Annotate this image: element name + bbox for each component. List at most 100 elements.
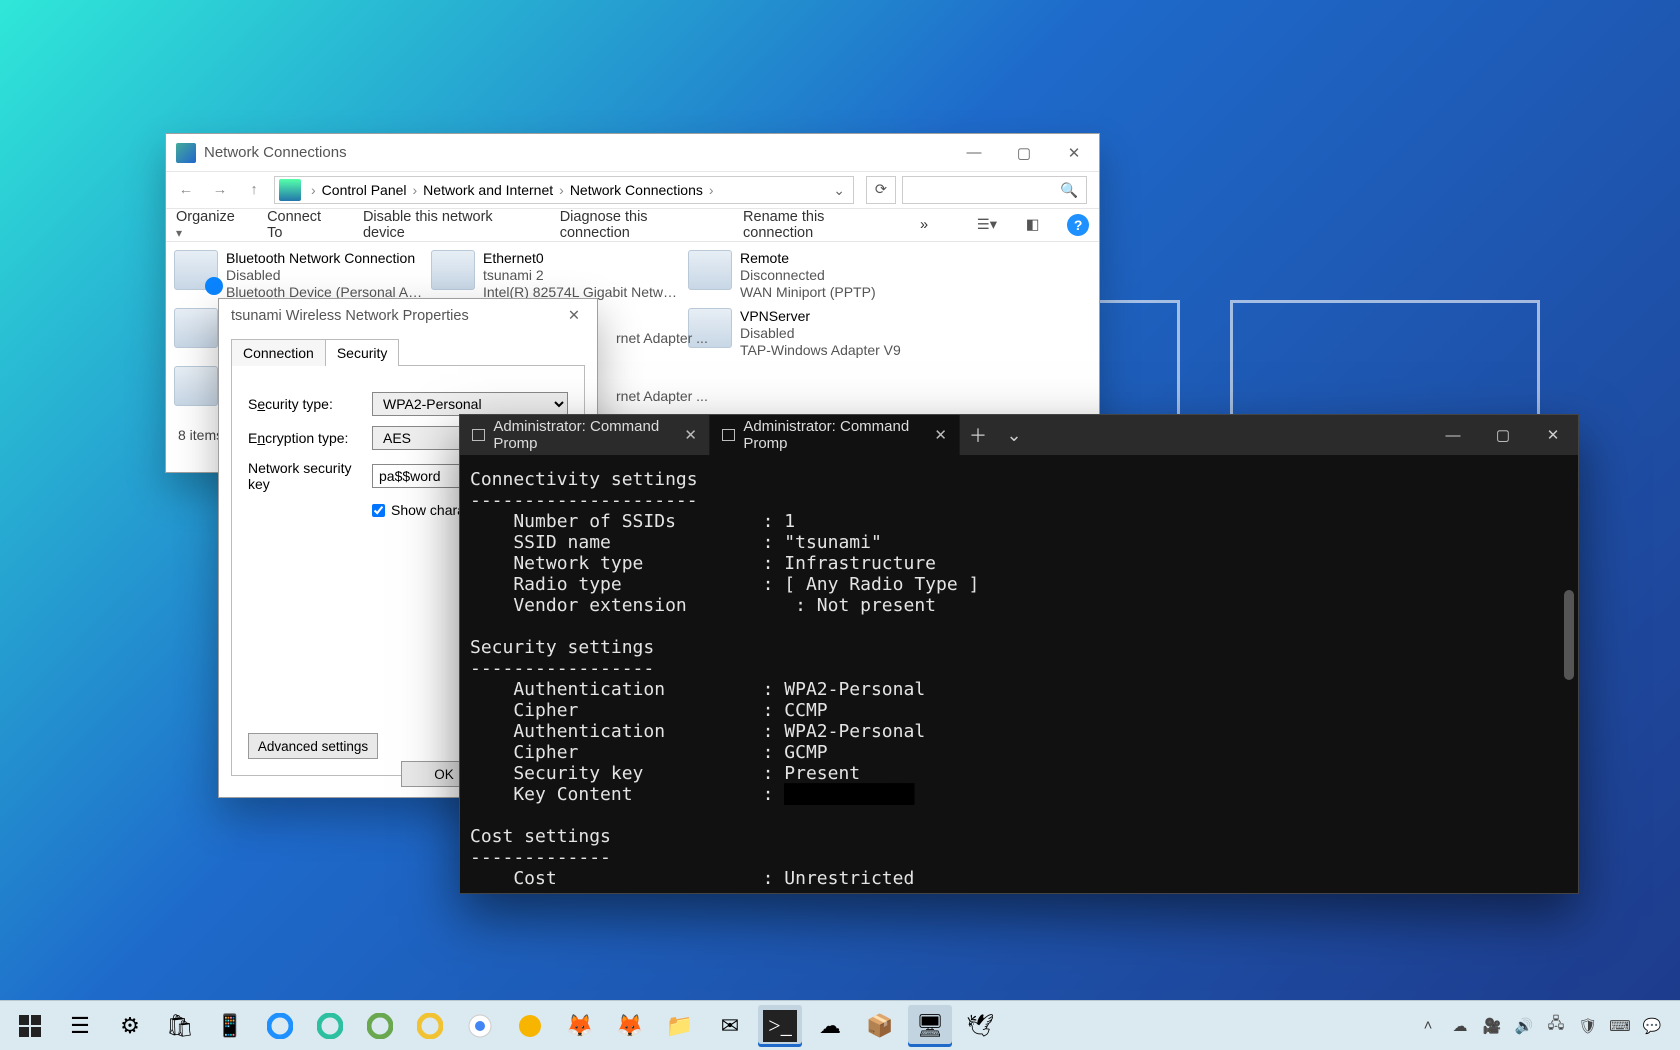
conn-device: WAN Miniport (PPTP)	[740, 284, 876, 301]
mail-icon[interactable]: ✉	[708, 1005, 752, 1047]
system-tray: ˄ ☁ 🎥 🔊 🖧 🛡 ⌨ 💬	[1418, 1016, 1672, 1036]
meet-now-icon[interactable]: 🎥	[1482, 1016, 1502, 1036]
chevron-right-icon: ›	[413, 182, 418, 198]
diagnose-button[interactable]: Diagnose this connection	[560, 209, 719, 241]
chrome-canary-icon[interactable]	[508, 1005, 552, 1047]
encryption-type-label: Encryption type:	[248, 430, 372, 446]
organize-menu[interactable]: Organize	[176, 209, 243, 241]
network-tray-icon[interactable]: 🖧	[1546, 1016, 1566, 1036]
minimize-button[interactable]: —	[1428, 415, 1478, 455]
prop-titlebar[interactable]: tsunami Wireless Network Properties ✕	[219, 299, 597, 332]
close-button[interactable]: ✕	[1528, 415, 1578, 455]
network-connections-icon	[176, 143, 196, 163]
start-button[interactable]	[8, 1005, 52, 1047]
cmd-icon	[472, 429, 485, 441]
maximize-button[interactable]: ▢	[1478, 415, 1528, 455]
tab-dropdown-button[interactable]: ⌄	[996, 415, 1032, 455]
new-tab-button[interactable]: ＋	[960, 415, 996, 455]
edge-icon[interactable]	[258, 1005, 302, 1047]
settings-taskbar-icon[interactable]: 🖥	[908, 1005, 952, 1047]
status-bar-count: 8 items	[178, 427, 223, 443]
conn-device-truncated: rnet Adapter ...	[616, 330, 708, 346]
adapter-icon	[431, 250, 475, 290]
keyboard-tray-icon[interactable]: ⌨	[1610, 1016, 1630, 1036]
conn-status: Disabled	[740, 325, 901, 342]
connection-remote[interactable]: Remote Disconnected WAN Miniport (PPTP)	[688, 250, 943, 301]
scrollbar-thumb[interactable]	[1564, 590, 1574, 680]
disable-device-button[interactable]: Disable this network device	[363, 209, 536, 241]
view-options-icon[interactable]: ☰▾	[976, 214, 998, 236]
back-button[interactable]: ←	[172, 176, 200, 204]
help-icon[interactable]: ?	[1067, 214, 1089, 236]
close-tab-icon[interactable]: ✕	[674, 426, 697, 444]
security-tray-icon[interactable]: 🛡	[1578, 1016, 1598, 1036]
connection-obscured[interactable]	[174, 366, 222, 406]
minimize-button[interactable]: —	[949, 134, 999, 171]
close-tab-icon[interactable]: ✕	[924, 426, 947, 444]
tab-security[interactable]: Security	[325, 339, 400, 366]
maximize-button[interactable]: ▢	[999, 134, 1049, 171]
crumb-netconnections[interactable]: Network Connections	[570, 182, 703, 198]
preview-pane-icon[interactable]: ◧	[1022, 214, 1044, 236]
crumb-netinternet[interactable]: Network and Internet	[423, 182, 553, 198]
prop-tabs: Connection Security	[231, 338, 585, 366]
adapter-icon	[174, 366, 218, 406]
firefox-icon[interactable]: 🦊	[558, 1005, 602, 1047]
conn-name: Remote	[740, 250, 876, 267]
volume-icon[interactable]: 🔊	[1514, 1016, 1534, 1036]
security-type-label: Security type:	[248, 396, 372, 412]
adapter-icon	[688, 250, 732, 290]
edge-dev-icon[interactable]	[358, 1005, 402, 1047]
terminal-taskbar-icon[interactable]: >_	[758, 1005, 802, 1047]
onedrive-icon[interactable]: ☁	[808, 1005, 852, 1047]
onedrive-tray-icon[interactable]: ☁	[1450, 1016, 1470, 1036]
forward-button[interactable]: →	[206, 176, 234, 204]
redacted-key: ████████████	[784, 784, 914, 805]
show-characters-box[interactable]	[372, 504, 385, 517]
connection-bluetooth[interactable]: Bluetooth Network Connection Disabled Bl…	[174, 250, 429, 301]
terminal-tabbar: Administrator: Command Promp ✕ Administr…	[460, 415, 1578, 455]
chevron-right-icon: ›	[709, 182, 714, 198]
chevron-right-icon: ›	[311, 182, 316, 198]
terminal-tab-2[interactable]: Administrator: Command Promp ✕	[710, 415, 960, 455]
rename-button[interactable]: Rename this connection	[743, 209, 896, 241]
security-type-select[interactable]: WPA2-Personal	[372, 392, 568, 416]
task-view-button[interactable]: ☰	[58, 1005, 102, 1047]
connection-ethernet0[interactable]: Ethernet0 tsunami 2 Intel(R) 82574L Giga…	[431, 250, 686, 301]
notification-center-icon[interactable]: 💬	[1642, 1016, 1662, 1036]
taskbar: ☰ ⚙ 🛍 📱 🦊 🦊 📁 ✉ >_ ☁ 📦 🖥 🕊 ˄ ☁ 🎥 🔊 🖧 🛡 ⌨…	[0, 1000, 1680, 1050]
nc-navrow: ← → ↑ › Control Panel › Network and Inte…	[166, 171, 1099, 208]
tray-overflow-icon[interactable]: ˄	[1418, 1016, 1438, 1036]
terminal-output[interactable]: Connectivity settings ------------------…	[460, 455, 1578, 903]
nc-titlebar[interactable]: Network Connections — ▢ ✕	[166, 134, 1099, 171]
explorer-icon[interactable]: 📁	[658, 1005, 702, 1047]
virtualbox-icon[interactable]: 📦	[858, 1005, 902, 1047]
terminal-scrollbar[interactable]	[1564, 465, 1574, 881]
firefox-dev-icon[interactable]: 🦊	[608, 1005, 652, 1047]
connection-vpnserver[interactable]: VPNServer Disabled TAP-Windows Adapter V…	[688, 308, 943, 359]
connect-to-button[interactable]: Connect To	[267, 209, 339, 241]
edge-canary-icon[interactable]	[408, 1005, 452, 1047]
up-button[interactable]: ↑	[240, 176, 268, 204]
connection-obscured[interactable]	[174, 308, 222, 348]
app-icon[interactable]: 🕊	[958, 1005, 1002, 1047]
tab-connection[interactable]: Connection	[231, 339, 326, 366]
crumb-controlpanel[interactable]: Control Panel	[322, 182, 407, 198]
network-key-label: Network security key	[248, 460, 372, 492]
refresh-button[interactable]: ⟳	[866, 176, 896, 204]
close-button[interactable]: ✕	[551, 299, 597, 332]
overflow-icon[interactable]: »	[920, 217, 928, 233]
nc-commandbar: Organize Connect To Disable this network…	[166, 208, 1099, 242]
breadcrumb[interactable]: › Control Panel › Network and Internet ›…	[274, 176, 854, 204]
settings-icon[interactable]: ⚙	[108, 1005, 152, 1047]
search-input[interactable]: 🔍	[902, 176, 1087, 204]
terminal-tab-1[interactable]: Administrator: Command Promp ✕	[460, 415, 710, 455]
store-icon[interactable]: 🛍	[158, 1005, 202, 1047]
chrome-icon[interactable]	[458, 1005, 502, 1047]
edge-beta-icon[interactable]	[308, 1005, 352, 1047]
conn-name: VPNServer	[740, 308, 901, 325]
advanced-settings-button[interactable]: Advanced settings	[248, 733, 378, 759]
path-dropdown-icon[interactable]: ⌄	[825, 182, 853, 199]
phone-icon[interactable]: 📱	[208, 1005, 252, 1047]
close-button[interactable]: ✕	[1049, 134, 1099, 171]
